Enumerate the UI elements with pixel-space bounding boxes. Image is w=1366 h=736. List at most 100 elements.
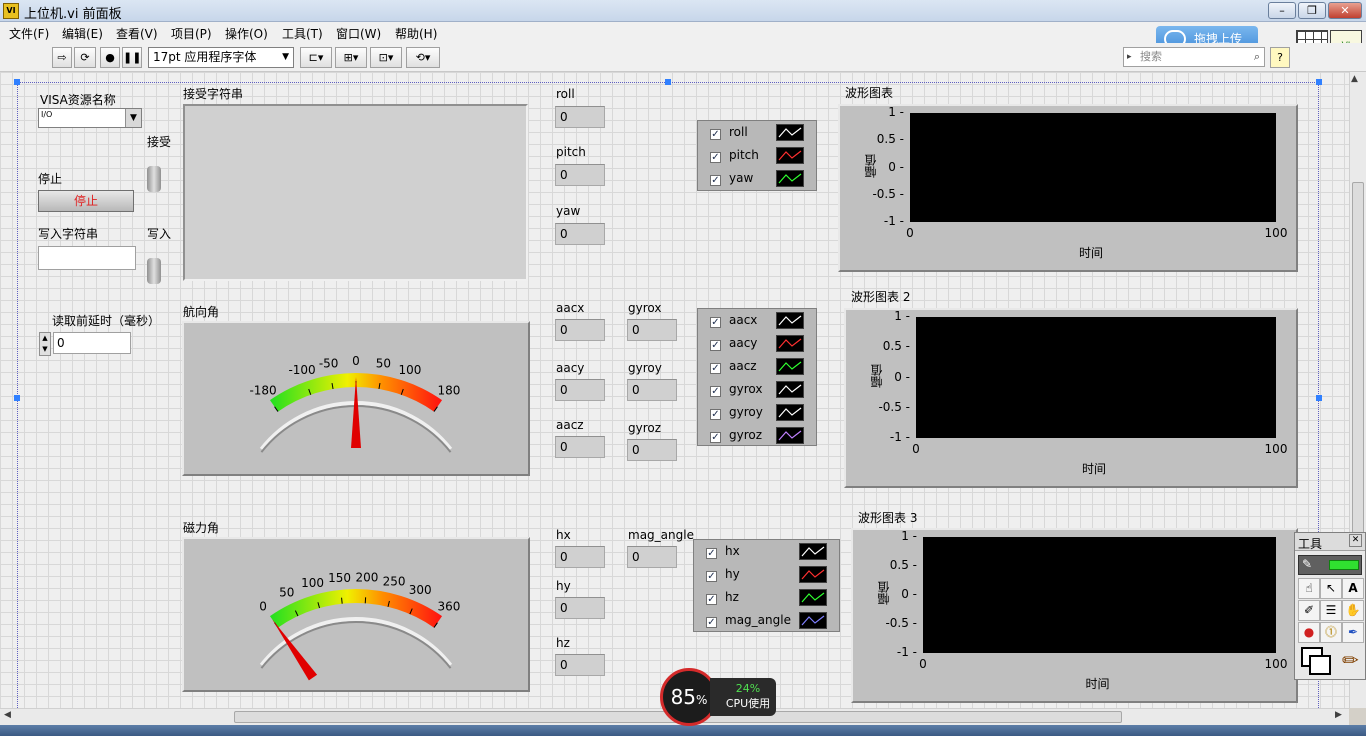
position-arrow-icon[interactable]: ↖	[1320, 578, 1342, 599]
scroll-up-icon[interactable]: ▲	[1351, 74, 1358, 84]
legend-checkbox[interactable]: ✓	[706, 571, 717, 582]
labview-icon[interactable]: VI	[3, 3, 19, 19]
legend-item-yaw[interactable]: ✓ yaw	[698, 167, 816, 190]
legend-plot-swatch[interactable]	[799, 566, 827, 583]
color-picker-icon[interactable]: ✒	[1342, 622, 1364, 643]
search-input[interactable]: ▸ 搜索 ⌕	[1123, 47, 1265, 67]
heading-gauge[interactable]: -180 -100 -50 0 50 100 180	[182, 321, 530, 476]
resize-objects-icon[interactable]: ⊡▾	[370, 47, 402, 68]
run-continuously-icon[interactable]: ⟳	[74, 47, 96, 68]
legend-checkbox[interactable]: ✓	[706, 617, 717, 628]
distribute-objects-icon[interactable]: ⊞▾	[335, 47, 367, 68]
pause-icon[interactable]: ❚❚	[122, 47, 142, 68]
legend-item-roll[interactable]: ✓ roll	[698, 121, 816, 144]
selection-handle[interactable]	[14, 395, 20, 401]
front-panel-canvas[interactable]: VISA资源名称 I/O ▼ 接受 停止 停止 写入字符串 写入 读取前延时（毫…	[0, 72, 1349, 708]
chart3-legend[interactable]: ✓ hx ✓ hy ✓ hz ✓ mag_angle	[693, 539, 840, 632]
selection-handle[interactable]	[665, 79, 671, 85]
legend-item-hz[interactable]: ✓ hz	[694, 586, 839, 609]
legend-plot-swatch[interactable]	[776, 124, 804, 141]
legend-checkbox[interactable]: ✓	[706, 548, 717, 559]
legend-item-gyrox[interactable]: ✓ gyrox	[698, 378, 816, 401]
wiring-tool-icon[interactable]: ✐	[1298, 600, 1320, 621]
tools-palette[interactable]: 工具 ✕ ✎ ☝ ↖ A ✐ ☰ ✋ ● ⓵ ✒ ✏	[1294, 532, 1366, 680]
legend-item-gyroy[interactable]: ✓ gyroy	[698, 401, 816, 424]
legend-plot-swatch[interactable]	[799, 612, 827, 629]
waveform-chart-3[interactable]: 1 -0.5 -0 - -0.5 - -1 -0 100 幅值 时间	[851, 528, 1298, 703]
legend-plot-swatch[interactable]	[776, 381, 804, 398]
legend-plot-swatch[interactable]	[776, 427, 804, 444]
legend-item-mag_angle[interactable]: ✓ mag_angle	[694, 609, 839, 632]
waveform-chart-2[interactable]: 1 -0.5 -0 - -0.5 - -1 -0 100 幅值 时间	[844, 308, 1298, 488]
delay-input[interactable]: 0	[53, 332, 131, 354]
legend-checkbox[interactable]: ✓	[710, 317, 721, 328]
legend-item-aacz[interactable]: ✓ aacz	[698, 355, 816, 378]
selection-handle[interactable]	[14, 79, 20, 85]
legend-checkbox[interactable]: ✓	[710, 175, 721, 186]
selection-handle[interactable]	[1316, 79, 1322, 85]
abort-icon[interactable]: ●	[100, 47, 120, 68]
receive-string-display[interactable]	[183, 104, 528, 281]
chevron-down-icon[interactable]: ▼	[125, 109, 141, 127]
chart1-legend[interactable]: ✓ roll ✓ pitch ✓ yaw	[697, 120, 817, 191]
receive-toggle[interactable]	[147, 166, 161, 192]
menu-file[interactable]: 文件(F)	[9, 25, 49, 42]
run-arrow-icon[interactable]: ⇨	[52, 47, 72, 68]
legend-plot-swatch[interactable]	[776, 170, 804, 187]
legend-plot-swatch[interactable]	[799, 589, 827, 606]
menu-edit[interactable]: 编辑(E)	[62, 25, 103, 42]
color-swatch-background[interactable]	[1309, 655, 1331, 675]
chart-plot-area[interactable]	[923, 537, 1276, 653]
minimize-button[interactable]: –	[1268, 2, 1296, 19]
restore-button[interactable]: ❐	[1298, 2, 1326, 19]
stop-button[interactable]: 停止	[38, 190, 134, 212]
legend-checkbox[interactable]: ✓	[710, 152, 721, 163]
legend-item-hy[interactable]: ✓ hy	[694, 563, 839, 586]
legend-plot-swatch[interactable]	[776, 404, 804, 421]
close-icon[interactable]: ✕	[1349, 534, 1362, 547]
chart2-legend[interactable]: ✓ aacx ✓ aacy ✓ aacz ✓ gyrox ✓ gyroy ✓ gyroz	[697, 308, 817, 446]
text-tool-icon[interactable]: A	[1342, 578, 1364, 599]
legend-checkbox[interactable]: ✓	[710, 129, 721, 140]
shortcut-menu-icon[interactable]: ☰	[1320, 600, 1342, 621]
magnetic-gauge[interactable]: 0 50 100 150 200 250 300 360	[182, 537, 530, 692]
breakpoint-icon[interactable]: ●	[1298, 622, 1320, 643]
coloring-brush-icon[interactable]: ✏	[1342, 648, 1359, 672]
scroll-left-icon[interactable]: ◀	[4, 710, 11, 720]
legend-plot-swatch[interactable]	[776, 312, 804, 329]
legend-plot-swatch[interactable]	[799, 543, 827, 560]
legend-plot-swatch[interactable]	[776, 358, 804, 375]
delay-stepper[interactable]: ▲ ▼	[39, 332, 51, 356]
menu-view[interactable]: 查看(V)	[116, 25, 158, 42]
scroll-hand-icon[interactable]: ✋	[1342, 600, 1364, 621]
legend-plot-swatch[interactable]	[776, 335, 804, 352]
waveform-chart-1[interactable]: 1 -0.5 -0 - -0.5 - -1 -0 100 幅值 时间	[838, 104, 1298, 272]
menu-window[interactable]: 窗口(W)	[336, 25, 381, 42]
auto-tool-icon[interactable]: ✎	[1302, 557, 1312, 571]
write-string-input[interactable]	[38, 246, 136, 270]
legend-checkbox[interactable]: ✓	[706, 594, 717, 605]
visa-resource-select[interactable]: I/O ▼	[38, 108, 142, 128]
menu-project[interactable]: 项目(P)	[171, 25, 212, 42]
legend-item-pitch[interactable]: ✓ pitch	[698, 144, 816, 167]
legend-item-aacy[interactable]: ✓ aacy	[698, 332, 816, 355]
legend-item-aacx[interactable]: ✓ aacx	[698, 309, 816, 332]
chart-plot-area[interactable]	[910, 113, 1276, 222]
legend-item-hx[interactable]: ✓ hx	[694, 540, 839, 563]
close-button[interactable]: ✕	[1328, 2, 1362, 19]
legend-checkbox[interactable]: ✓	[710, 409, 721, 420]
menu-operate[interactable]: 操作(O)	[225, 25, 268, 42]
align-objects-icon[interactable]: ⊏▾	[300, 47, 332, 68]
legend-item-gyroz[interactable]: ✓ gyroz	[698, 424, 816, 447]
probe-icon[interactable]: ⓵	[1320, 622, 1342, 643]
legend-plot-swatch[interactable]	[776, 147, 804, 164]
legend-checkbox[interactable]: ✓	[710, 432, 721, 443]
selection-handle[interactable]	[1316, 395, 1322, 401]
menu-tools[interactable]: 工具(T)	[282, 25, 323, 42]
write-toggle[interactable]	[147, 258, 161, 284]
legend-checkbox[interactable]: ✓	[710, 386, 721, 397]
scroll-right-icon[interactable]: ▶	[1335, 710, 1342, 720]
legend-checkbox[interactable]: ✓	[710, 340, 721, 351]
chart-plot-area[interactable]	[916, 317, 1276, 438]
legend-checkbox[interactable]: ✓	[710, 363, 721, 374]
